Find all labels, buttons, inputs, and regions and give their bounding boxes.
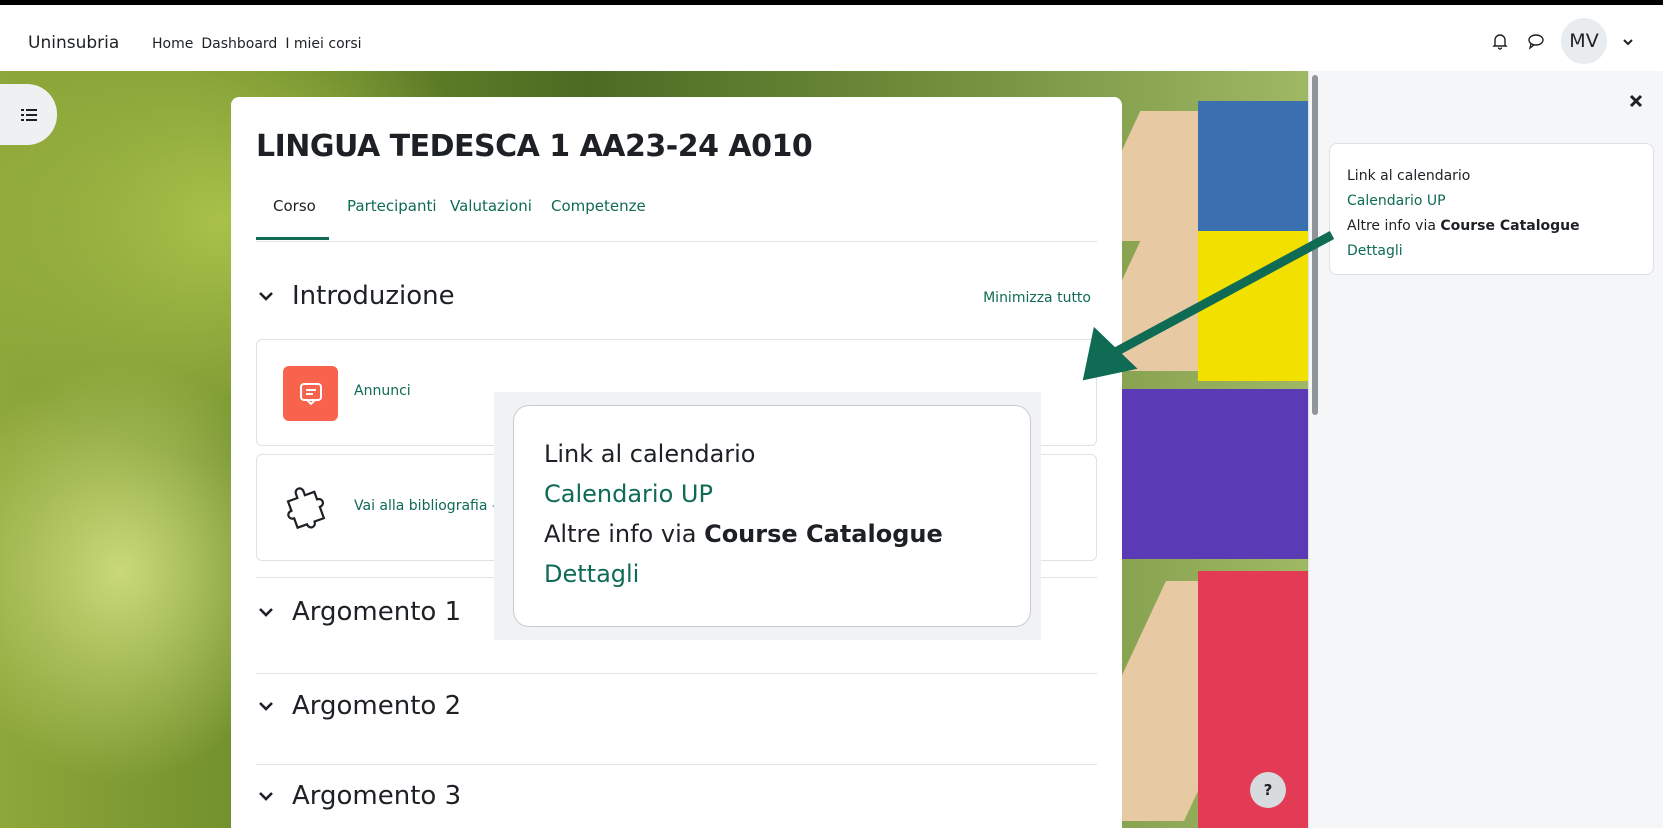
bell-icon[interactable]: [1489, 30, 1511, 52]
help-button[interactable]: ?: [1250, 772, 1286, 808]
block-details-link[interactable]: Dettagli: [1347, 239, 1636, 264]
chevron-down-icon[interactable]: [1621, 34, 1635, 48]
chevron-down-icon: [259, 792, 273, 801]
user-avatar[interactable]: MV: [1561, 18, 1607, 64]
section-divider: [256, 764, 1097, 765]
activity-label[interactable]: Annunci: [354, 383, 411, 399]
callout-calendar-text: Link al calendario: [544, 440, 756, 468]
section-title: Argomento 1: [292, 597, 462, 627]
site-brand[interactable]: Uninsubria: [28, 33, 119, 53]
section-divider: [256, 673, 1097, 674]
close-icon[interactable]: [1628, 93, 1644, 109]
primary-navigation: Home Dashboard I miei corsi: [152, 36, 362, 52]
page-title: LINGUA TEDESCA 1 AA23-24 A010: [256, 129, 813, 164]
chevron-down-icon: [259, 702, 273, 711]
tab-partecipanti[interactable]: Partecipanti: [347, 197, 437, 215]
course-index-toggle[interactable]: [0, 84, 57, 145]
chevron-down-icon: [259, 608, 273, 617]
section-argomento-3[interactable]: Argomento 3: [256, 781, 461, 811]
callout-details-link[interactable]: Dettagli: [544, 554, 1000, 594]
list-icon: [20, 108, 37, 121]
nav-my-courses[interactable]: I miei corsi: [285, 36, 361, 52]
chat-bubble-icon[interactable]: [1525, 30, 1547, 52]
section-introduzione[interactable]: Introduzione: [256, 281, 455, 311]
block-catalogue-line: Altre info via Course Catalogue: [1347, 218, 1580, 234]
section-title: Introduzione: [292, 281, 455, 311]
tab-corso[interactable]: Corso: [273, 197, 316, 215]
nav-dashboard[interactable]: Dashboard: [201, 36, 277, 52]
tab-valutazioni[interactable]: Valutazioni: [450, 197, 532, 215]
annotation-arrow-icon: [1082, 231, 1335, 381]
top-navbar: Uninsubria Home Dashboard I miei corsi M…: [0, 0, 1663, 71]
callout-calendar-link[interactable]: Calendario UP: [544, 474, 1000, 514]
puzzle-icon: [283, 481, 338, 536]
block-calendar-text: Link al calendario: [1347, 168, 1471, 184]
user-tools: MV: [1489, 18, 1635, 64]
pencil-image-purple: [1110, 389, 1308, 559]
right-block-drawer: Link al calendario Calendario UP Altre i…: [1308, 71, 1663, 828]
tab-competenze[interactable]: Competenze: [551, 197, 646, 215]
forum-icon: [283, 366, 338, 421]
active-tab-indicator: [256, 237, 329, 240]
section-argomento-1[interactable]: Argomento 1: [256, 597, 461, 627]
course-tabs: Corso Partecipanti Valutazioni Competenz…: [256, 197, 1097, 242]
html-block-calendar: Link al calendario Calendario UP Altre i…: [1329, 143, 1654, 275]
nav-home[interactable]: Home: [152, 36, 193, 52]
chevron-down-icon: [259, 292, 273, 301]
section-argomento-2[interactable]: Argomento 2: [256, 691, 461, 721]
section-title: Argomento 3: [292, 781, 462, 811]
zoom-callout-block: Link al calendario Calendario UP Altre i…: [513, 405, 1031, 627]
activity-label[interactable]: Vai alla bibliografia – F: [354, 498, 511, 514]
callout-catalogue-line: Altre info via Course Catalogue: [544, 520, 943, 548]
block-calendar-link[interactable]: Calendario UP: [1347, 189, 1636, 214]
section-title: Argomento 2: [292, 691, 462, 721]
